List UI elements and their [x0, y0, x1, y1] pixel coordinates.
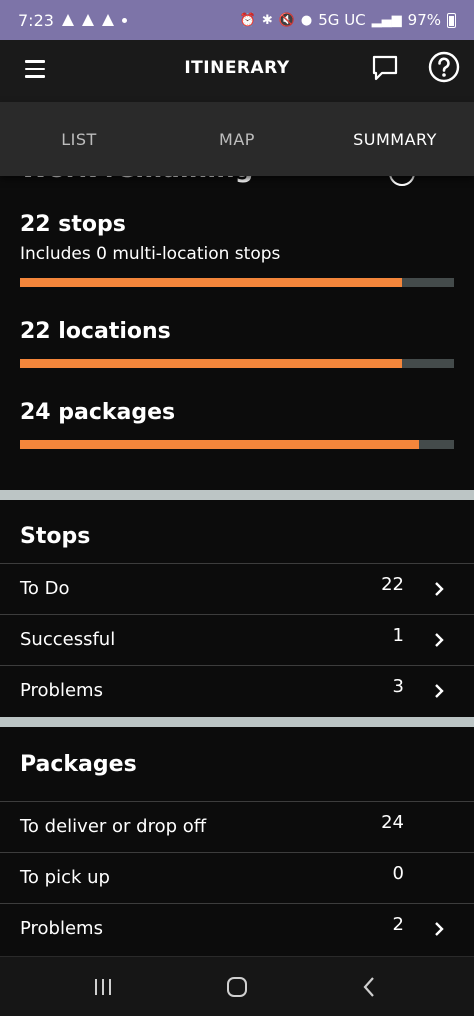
chevron-right-icon: [435, 922, 444, 936]
stops-row-problems[interactable]: Problems 3: [0, 665, 474, 716]
locations-count: 22 locations: [20, 319, 171, 344]
row-count: 1: [392, 625, 404, 646]
status-bar: 7:23 ⏰ ✱ 🔇 ● 5G UC ▂▄▆ 97%: [0, 0, 474, 40]
alarm-icon: ⏰: [239, 12, 256, 28]
network-label: 5G UC: [318, 11, 366, 29]
row-label: To deliver or drop off: [20, 816, 207, 837]
row-label: To Do: [20, 578, 70, 599]
bluetooth-icon: ✱: [261, 12, 273, 28]
stops-progress-bar: [20, 278, 454, 287]
stops-row-successful[interactable]: Successful 1: [0, 614, 474, 665]
chat-icon[interactable]: [371, 54, 399, 82]
help-icon[interactable]: [428, 51, 460, 83]
status-time: 7:23: [18, 10, 54, 30]
info-icon[interactable]: [389, 176, 415, 186]
row-count: 2: [392, 914, 404, 935]
view-tabs: LIST MAP SUMMARY: [0, 102, 474, 176]
chevron-right-icon: [435, 582, 444, 596]
section-divider: [0, 717, 474, 727]
packages-count: 24 packages: [20, 400, 176, 425]
packages-progress-bar: [20, 440, 454, 449]
tab-map[interactable]: MAP: [158, 102, 316, 176]
page-title: ITINERARY: [184, 58, 290, 78]
stops-count: 22 stops: [20, 212, 126, 237]
packages-row-problems[interactable]: Problems 2: [0, 903, 474, 954]
row-label: Successful: [20, 629, 116, 650]
row-count: 3: [392, 676, 404, 697]
mute-icon: 🔇: [278, 12, 295, 28]
locations-progress-bar: [20, 359, 454, 368]
system-nav-bar: [0, 956, 474, 1016]
row-label: Problems: [20, 680, 103, 701]
tab-summary[interactable]: SUMMARY: [316, 102, 474, 176]
battery-percent: 97%: [407, 11, 441, 29]
signal-icon: ▂▄▆: [371, 12, 402, 28]
packages-row-pickup[interactable]: To pick up 0: [0, 852, 474, 903]
back-icon[interactable]: [354, 973, 384, 1001]
navigation-arrow-icon: [101, 14, 114, 26]
home-icon[interactable]: [222, 973, 252, 1001]
packages-row-deliver[interactable]: To deliver or drop off 24: [0, 801, 474, 852]
row-count: 0: [392, 863, 404, 884]
stops-subtitle: Includes 0 multi-location stops: [20, 244, 281, 264]
battery-icon: [447, 12, 456, 28]
row-count: 24: [381, 812, 404, 833]
section-divider: [0, 490, 474, 500]
chevron-right-icon: [435, 633, 444, 647]
recent-apps-icon[interactable]: [88, 973, 118, 1001]
stops-row-todo[interactable]: To Do 22: [0, 563, 474, 614]
row-count: 22: [381, 574, 404, 595]
packages-section-title: Packages: [20, 752, 137, 777]
work-remaining-title: Work remaining: [20, 176, 253, 184]
notification-dot-icon: [121, 17, 127, 23]
row-label: To pick up: [20, 867, 110, 888]
location-icon: ●: [300, 12, 313, 28]
tab-list[interactable]: LIST: [0, 102, 158, 176]
row-label: Problems: [20, 918, 103, 939]
stops-section-title: Stops: [20, 524, 91, 549]
summary-content[interactable]: Work remaining 22 stops Includes 0 multi…: [0, 176, 474, 956]
chevron-right-icon: [435, 684, 444, 698]
navigation-arrow-icon: [81, 14, 94, 26]
navigation-arrow-icon: [61, 14, 74, 26]
app-header: ITINERARY: [0, 40, 474, 102]
